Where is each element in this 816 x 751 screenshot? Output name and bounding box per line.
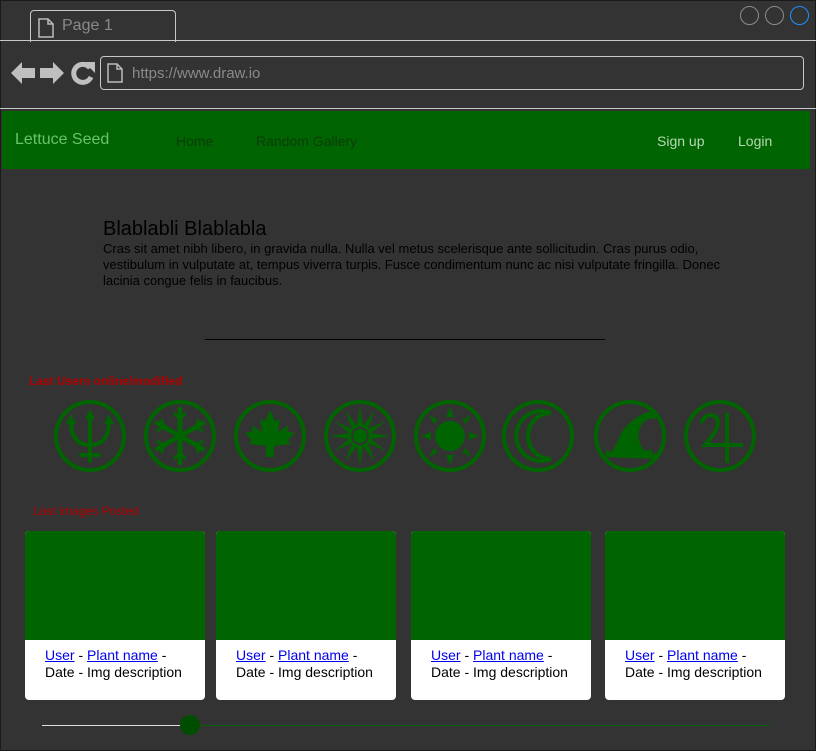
image-placeholder[interactable] <box>605 531 785 640</box>
plant-name-link[interactable]: Plant name <box>278 647 349 663</box>
image-caption: User - Plant name - Date - Img descriptio… <box>431 647 568 680</box>
image-caption: User - Plant name - Date - Img descriptio… <box>45 647 182 680</box>
browser-tab[interactable]: Page 1 <box>30 10 176 42</box>
trident-icon[interactable] <box>53 399 127 473</box>
url-bar[interactable]: https://www.draw.io <box>100 56 804 90</box>
plant-name-link[interactable]: Plant name <box>667 647 738 663</box>
document-icon <box>38 18 54 38</box>
snowflake-icon[interactable] <box>143 399 217 473</box>
minimize-button[interactable] <box>740 6 759 25</box>
image-card[interactable]: User - Plant name - Date - Img descriptio… <box>411 531 591 700</box>
plant-name-link[interactable]: Plant name <box>87 647 158 663</box>
image-card[interactable]: User - Plant name - Date - Img descriptio… <box>605 531 785 700</box>
refresh-icon[interactable] <box>71 60 95 86</box>
back-arrow-icon[interactable] <box>11 60 35 86</box>
section-divider <box>205 339 605 340</box>
tab-strip-line <box>0 40 816 41</box>
slider-handle[interactable] <box>180 715 200 735</box>
image-card[interactable]: User - Plant name - Date - Img descriptio… <box>216 531 396 700</box>
jupiter-symbol-icon[interactable] <box>683 399 757 473</box>
starburst-icon[interactable] <box>323 399 397 473</box>
brand-logo-text[interactable]: Lettuce Seed <box>15 131 109 149</box>
chrome-divider <box>0 108 816 109</box>
sun-icon[interactable] <box>413 399 487 473</box>
wave-icon[interactable] <box>593 399 667 473</box>
site-navbar: Lettuce Seed Home Random Gallery Sign up… <box>2 111 810 169</box>
maple-leaf-icon[interactable] <box>233 399 307 473</box>
signup-link[interactable]: Sign up <box>657 133 704 149</box>
plant-name-link[interactable]: Plant name <box>473 647 544 663</box>
image-placeholder[interactable] <box>25 531 205 640</box>
image-description: Date - Img description <box>625 664 762 680</box>
close-button[interactable] <box>790 6 809 25</box>
image-description: Date - Img description <box>431 664 568 680</box>
hero-text: Cras sit amet nibh libero, in gravida nu… <box>103 241 721 288</box>
last-images-label: Last Images Posted <box>33 504 140 518</box>
url-text: https://www.draw.io <box>132 65 261 82</box>
nav-link-home[interactable]: Home <box>176 133 213 149</box>
image-placeholder[interactable] <box>411 531 591 640</box>
forward-arrow-icon[interactable] <box>40 60 64 86</box>
nav-link-random-gallery[interactable]: Random Gallery <box>256 133 357 149</box>
user-link[interactable]: User <box>431 647 461 663</box>
tab-title: Page 1 <box>62 17 113 34</box>
document-icon <box>107 63 123 83</box>
image-card[interactable]: User - Plant name - Date - Img descriptio… <box>25 531 205 700</box>
crescent-moon-icon[interactable] <box>501 399 575 473</box>
slider-track[interactable] <box>190 725 770 726</box>
user-link[interactable]: User <box>236 647 266 663</box>
login-link[interactable]: Login <box>738 133 772 149</box>
image-placeholder[interactable] <box>216 531 396 640</box>
last-users-label: Last Users online/modified <box>29 374 183 388</box>
slider-track-filled[interactable] <box>42 725 190 726</box>
image-caption: User - Plant name - Date - Img descriptio… <box>625 647 762 680</box>
image-description: Date - Img description <box>45 664 182 680</box>
user-link[interactable]: User <box>625 647 655 663</box>
user-link[interactable]: User <box>45 647 75 663</box>
hero-title: Blablabli Blablabla <box>103 218 267 240</box>
image-description: Date - Img description <box>236 664 373 680</box>
image-caption: User - Plant name - Date - Img descriptio… <box>236 647 373 680</box>
maximize-button[interactable] <box>765 6 784 25</box>
